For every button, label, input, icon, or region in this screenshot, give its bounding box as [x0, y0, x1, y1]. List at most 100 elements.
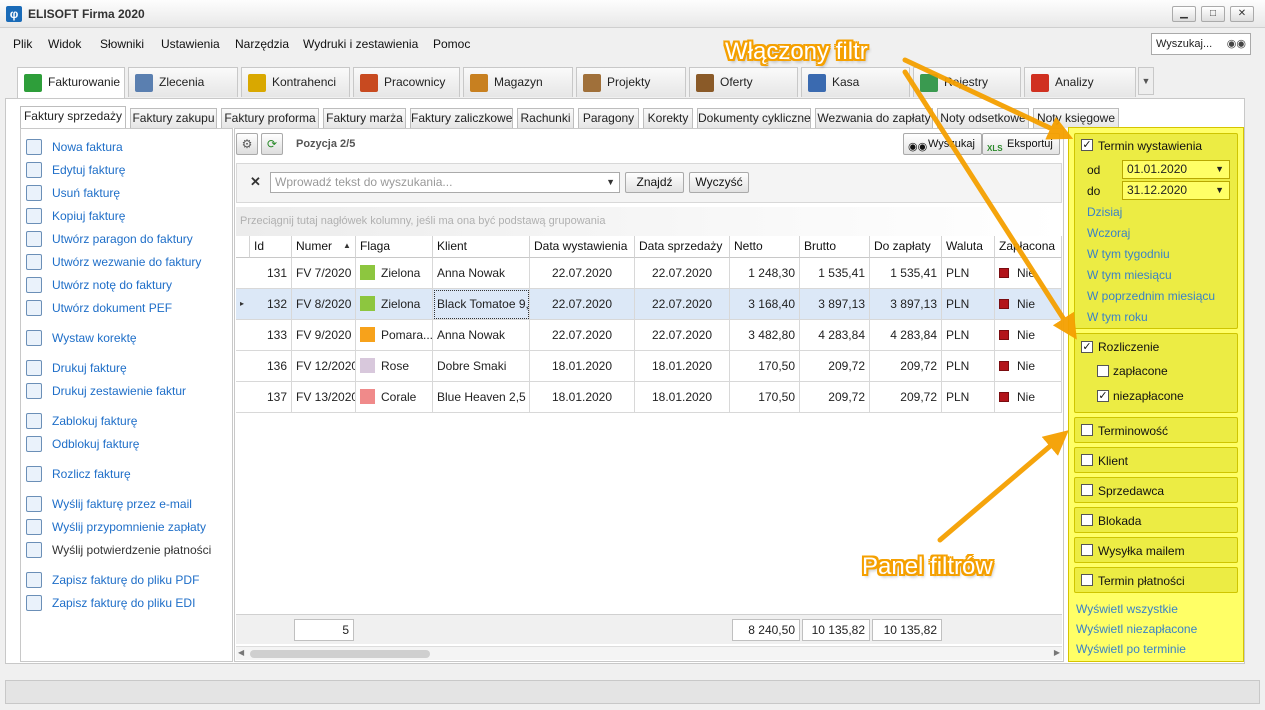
action-2[interactable]: Edytuj fakturę	[26, 161, 125, 179]
column-header-1[interactable]: Id	[250, 236, 292, 258]
tab-offers[interactable]: Oferty	[689, 67, 798, 97]
zaplacone-checkbox[interactable]	[1097, 365, 1109, 377]
subtab-11[interactable]: Noty odsetkowe	[937, 108, 1029, 128]
quick-link-1[interactable]: Dzisiaj	[1087, 205, 1122, 219]
quick-link-5[interactable]: W poprzednim miesiącu	[1087, 289, 1215, 303]
refresh-icon[interactable]: ⟳	[261, 133, 283, 155]
clear-search-icon[interactable]: ✕	[250, 174, 261, 190]
column-header-5[interactable]: Data wystawienia	[530, 236, 635, 258]
menu-plik[interactable]: Plik	[13, 37, 32, 51]
search-clear-button[interactable]: Wyczyść	[689, 172, 749, 193]
table-row[interactable]: 133 FV 9/2020 Pomara... Anna Nowak 22.07.202…	[236, 320, 1062, 351]
menu-pomoc[interactable]: Pomoc	[433, 37, 470, 51]
filter-checkbox-3[interactable]	[1081, 484, 1093, 496]
column-header-4[interactable]: Klient	[433, 236, 530, 258]
group-by-zone[interactable]: Przeciągnij tutaj nagłówek kolumny, jeśl…	[236, 207, 1062, 236]
filter-link-2[interactable]: Wyświetl niezapłacone	[1076, 622, 1197, 636]
subtab-7[interactable]: Paragony	[578, 108, 639, 128]
filter-checkbox-6[interactable]	[1081, 574, 1093, 586]
column-header-9[interactable]: Do zapłaty	[870, 236, 942, 258]
menu-narzedzia[interactable]: Narzędzia	[235, 37, 289, 51]
tab-orders[interactable]: Zlecenia	[128, 67, 238, 97]
column-header-8[interactable]: Brutto	[800, 236, 870, 258]
find-button[interactable]: ◉◉ Wyszukaj	[903, 133, 982, 155]
tab-employees[interactable]: Pracownicy	[353, 67, 460, 97]
action-10[interactable]: Drukuj fakturę	[26, 359, 127, 377]
date-from-field[interactable]: 01.01.2020 ▼	[1122, 160, 1230, 179]
column-header-3[interactable]: Flaga	[356, 236, 433, 258]
scroll-left-icon[interactable]: ◀	[238, 648, 244, 657]
scroll-thumb[interactable]	[250, 650, 430, 658]
action-9[interactable]: Wystaw korektę	[26, 329, 137, 347]
action-17[interactable]: Wyślij potwierdzenie płatności	[26, 541, 211, 559]
close-button[interactable]: ✕	[1230, 6, 1254, 22]
column-header-11[interactable]: Zapłacona	[995, 236, 1062, 258]
export-button[interactable]: XLS Eksportuj	[982, 133, 1060, 155]
menu-ustawienia[interactable]: Ustawienia	[161, 37, 220, 51]
filter-link-3[interactable]: Wyświetl po terminie	[1076, 642, 1186, 656]
action-8[interactable]: Utwórz dokument PEF	[26, 299, 172, 317]
grid-search-input[interactable]: Wprowadź tekst do wyszukania... ▼	[270, 172, 620, 193]
subtab-10[interactable]: Wezwania do zapłaty	[815, 108, 933, 128]
action-4[interactable]: Kopiuj fakturę	[26, 207, 125, 225]
subtab-2[interactable]: Faktury zakupu	[130, 108, 217, 128]
menu-wydruki[interactable]: Wydruki i zestawienia	[303, 37, 418, 51]
table-row[interactable]: 131 FV 7/2020 Zielona Anna Nowak 22.07.2020 2…	[236, 258, 1062, 289]
action-12[interactable]: Zablokuj fakturę	[26, 412, 137, 430]
table-row[interactable]: 136 FV 12/2020 Rose Dobre Smaki 18.01.2020 18…	[236, 351, 1062, 382]
filter-link-1[interactable]: Wyświetl wszystkie	[1076, 602, 1178, 616]
subtab-3[interactable]: Faktury proforma	[221, 108, 319, 128]
subtab-9[interactable]: Dokumenty cykliczne	[697, 108, 811, 128]
subtab-6[interactable]: Rachunki	[517, 108, 574, 128]
chevron-down-icon[interactable]: ▼	[1215, 161, 1224, 178]
action-19[interactable]: Zapisz fakturę do pliku EDI	[26, 594, 195, 612]
scroll-right-icon[interactable]: ▶	[1054, 648, 1060, 657]
action-5[interactable]: Utwórz paragon do faktury	[26, 230, 193, 248]
search-input[interactable]: Wyszukaj... ◉◉	[1151, 33, 1251, 55]
rozliczenie-checkbox[interactable]: ✓	[1081, 341, 1093, 353]
binoculars-icon[interactable]: ◉◉	[1227, 37, 1246, 50]
action-13[interactable]: Odblokuj fakturę	[26, 435, 139, 453]
column-header-7[interactable]: Netto	[730, 236, 800, 258]
column-header-6[interactable]: Data sprzedaży	[635, 236, 730, 258]
action-15[interactable]: Wyślij fakturę przez e-mail	[26, 495, 192, 513]
tab-warehouse[interactable]: Magazyn	[463, 67, 573, 97]
action-6[interactable]: Utwórz wezwanie do faktury	[26, 253, 201, 271]
filter-checkbox-2[interactable]	[1081, 454, 1093, 466]
tab-cash[interactable]: Kasa	[801, 67, 910, 97]
table-row[interactable]: 137 FV 13/2020 Corale Blue Heaven 2,5 18.01.…	[236, 382, 1062, 413]
quick-link-2[interactable]: Wczoraj	[1087, 226, 1130, 240]
settings-icon[interactable]: ⚙	[236, 133, 258, 155]
niezaplacone-checkbox[interactable]: ✓	[1097, 390, 1109, 402]
filter-checkbox-4[interactable]	[1081, 514, 1093, 526]
maximize-button[interactable]: □	[1201, 6, 1225, 22]
tab-money[interactable]: Fakturowanie	[17, 67, 125, 98]
termin-checkbox[interactable]: ✓	[1081, 139, 1093, 151]
quick-link-3[interactable]: W tym tygodniu	[1087, 247, 1170, 261]
horizontal-scrollbar[interactable]: ◀ ▶	[236, 646, 1062, 660]
subtab-5[interactable]: Faktury zaliczkowe	[410, 108, 513, 128]
more-tabs-button[interactable]: ▼	[1138, 67, 1154, 95]
tab-analytics[interactable]: Analizy	[1024, 67, 1136, 97]
quick-link-4[interactable]: W tym miesiącu	[1087, 268, 1172, 282]
chevron-down-icon[interactable]: ▼	[1215, 182, 1224, 199]
action-3[interactable]: Usuń fakturę	[26, 184, 120, 202]
date-to-field[interactable]: 31.12.2020 ▼	[1122, 181, 1230, 200]
action-16[interactable]: Wyślij przypomnienie zapłaty	[26, 518, 206, 536]
action-11[interactable]: Drukuj zestawienie faktur	[26, 382, 186, 400]
menu-slowniki[interactable]: Słowniki	[100, 37, 144, 51]
search-find-button[interactable]: Znajdź	[625, 172, 684, 193]
column-header-10[interactable]: Waluta	[942, 236, 995, 258]
subtab-1[interactable]: Faktury sprzedaży	[20, 106, 126, 128]
minimize-button[interactable]: ▁	[1172, 6, 1196, 22]
action-18[interactable]: Zapisz fakturę do pliku PDF	[26, 571, 199, 589]
tab-projects[interactable]: Projekty	[576, 67, 686, 97]
filter-checkbox-1[interactable]	[1081, 424, 1093, 436]
tab-contractors[interactable]: Kontrahenci	[241, 67, 350, 97]
action-14[interactable]: Rozlicz fakturę	[26, 465, 131, 483]
tab-registers[interactable]: Rejestry	[913, 67, 1021, 97]
action-7[interactable]: Utwórz notę do faktury	[26, 276, 172, 294]
action-1[interactable]: Nowa faktura	[26, 138, 123, 156]
subtab-4[interactable]: Faktury marża	[323, 108, 406, 128]
quick-link-6[interactable]: W tym roku	[1087, 310, 1148, 324]
